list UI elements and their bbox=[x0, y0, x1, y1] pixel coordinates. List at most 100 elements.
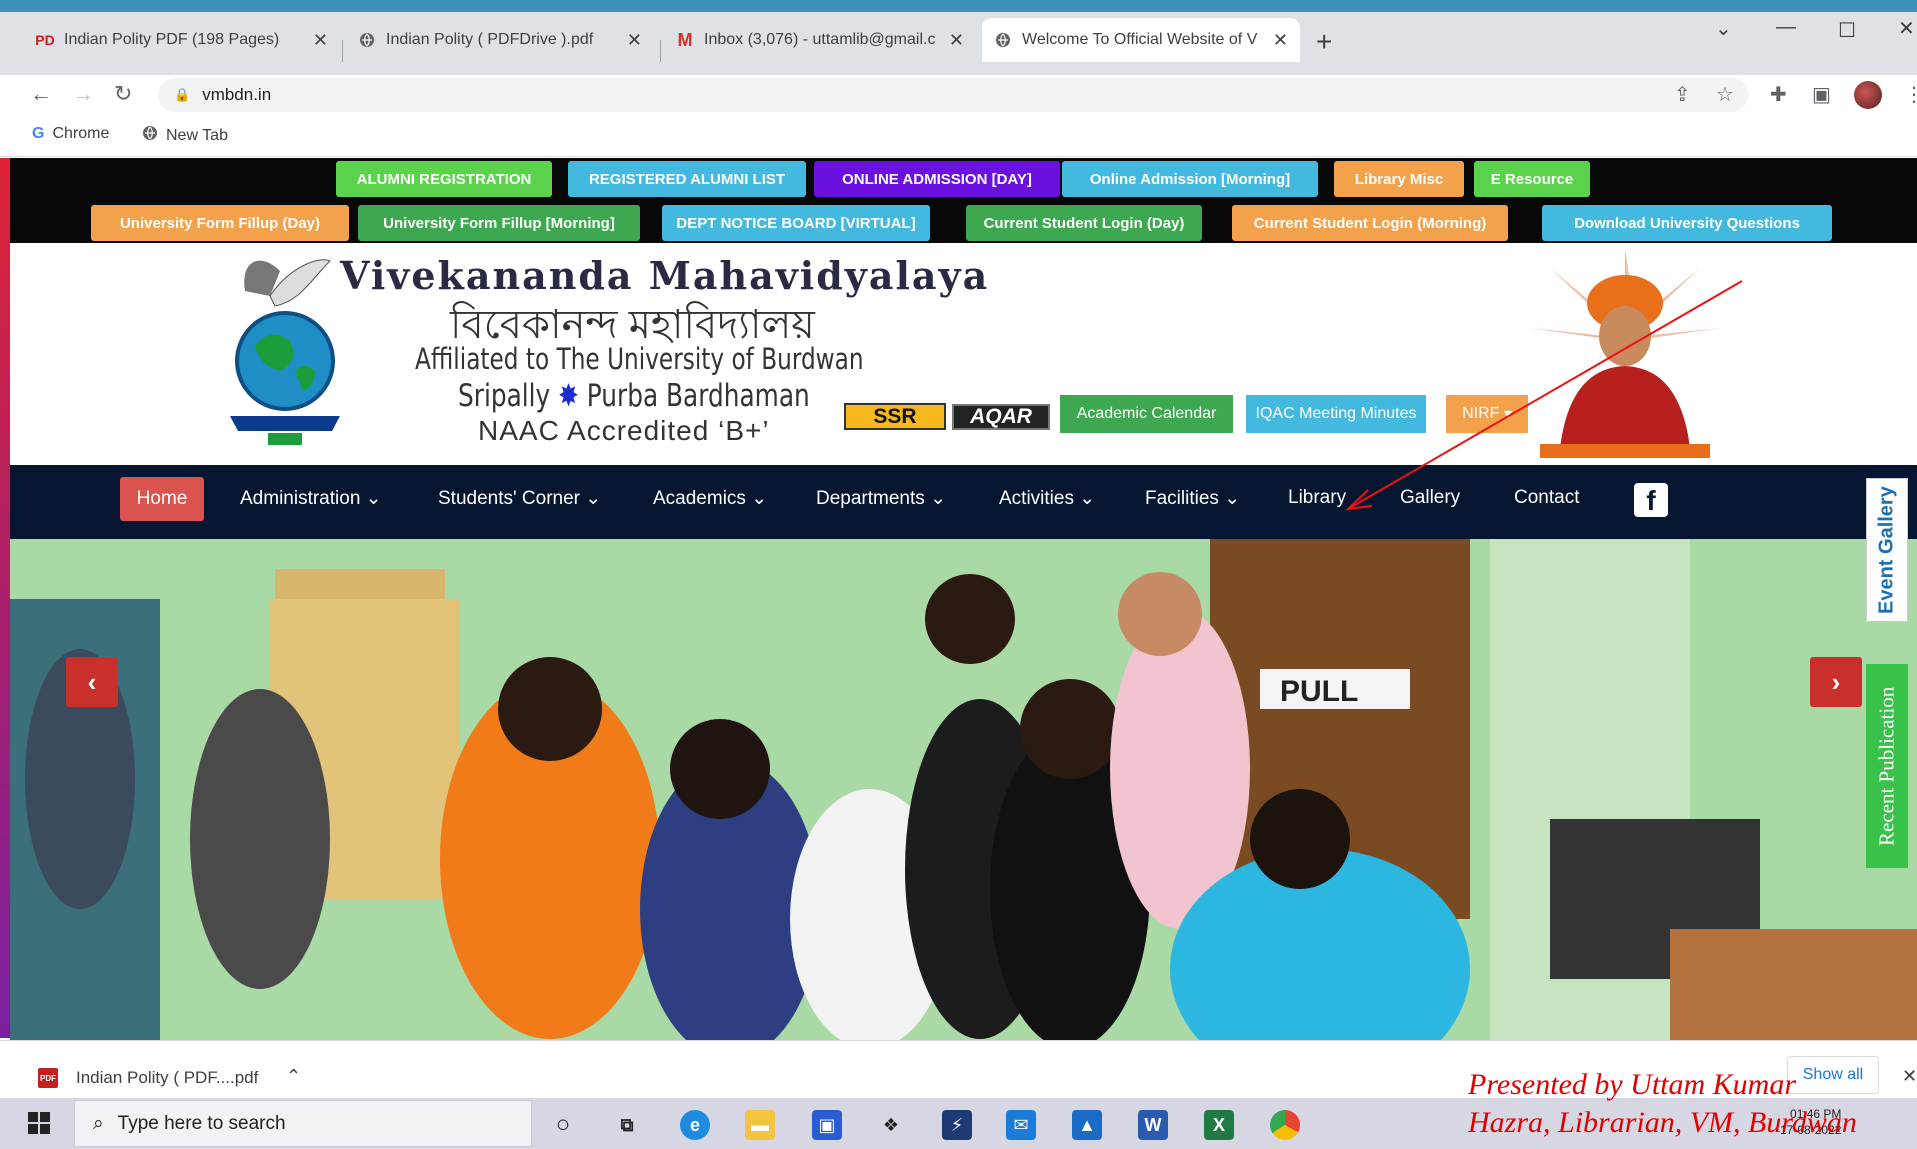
nav-academics[interactable]: Academics ⌄ bbox=[653, 487, 767, 510]
nav-label: Activities bbox=[999, 488, 1074, 509]
search-icon: ⌕ bbox=[93, 1112, 104, 1134]
university-form-day-button[interactable]: University Form Fillup (Day) bbox=[91, 205, 349, 241]
star-icon[interactable]: ☆ bbox=[1716, 82, 1734, 107]
back-icon[interactable]: ← bbox=[30, 81, 52, 107]
slider-photo: PULL bbox=[10, 539, 1917, 1040]
tab-title: Indian Polity PDF (198 Pages) bbox=[64, 31, 280, 48]
share-icon[interactable]: ⇪ bbox=[1674, 82, 1691, 107]
college-logo bbox=[230, 259, 340, 445]
event-gallery-tab[interactable]: Event Gallery bbox=[1866, 478, 1908, 622]
power-automate-icon[interactable]: ⚡ bbox=[942, 1110, 972, 1140]
browser-tab[interactable]: M Inbox (3,076) - uttamlib@gmail.c ✕ bbox=[664, 18, 976, 62]
taskbar-search-input[interactable]: ⌕ Type here to search bbox=[74, 1100, 532, 1147]
presenter-caption: Presented by Uttam Kumar Hazra, Libraria… bbox=[1468, 1066, 1857, 1142]
online-admission-day-button[interactable]: ONLINE ADMISSION [DAY] bbox=[814, 161, 1060, 197]
address-right: Purba Bardhaman bbox=[586, 378, 810, 414]
presenter-line-2: Hazra, Librarian, VM, Burdwan bbox=[1468, 1106, 1857, 1139]
e-resource-button[interactable]: E Resource bbox=[1474, 161, 1590, 197]
download-questions-button[interactable]: Download University Questions bbox=[1542, 205, 1832, 241]
photos-icon[interactable]: ▲ bbox=[1072, 1110, 1102, 1140]
excel-icon[interactable]: X bbox=[1204, 1110, 1234, 1140]
library-misc-button[interactable]: Library Misc bbox=[1334, 161, 1464, 197]
nav-label: Administration bbox=[240, 488, 361, 509]
academic-calendar-button[interactable]: Academic Calendar bbox=[1060, 395, 1233, 433]
bookmark-label: Chrome bbox=[52, 125, 110, 142]
ssr-badge[interactable]: SSR bbox=[844, 403, 946, 430]
chrome-icon[interactable] bbox=[1270, 1110, 1300, 1140]
edge-icon[interactable]: e bbox=[680, 1110, 710, 1140]
close-icon[interactable]: ✕ bbox=[949, 30, 964, 51]
alumni-registration-button[interactable]: ALUMNI REGISTRATION bbox=[336, 161, 552, 197]
slider-pull-sign: PULL bbox=[1280, 675, 1358, 708]
nav-departments[interactable]: Departments ⌄ bbox=[816, 487, 946, 510]
windows-start-icon[interactable] bbox=[28, 1112, 50, 1134]
side-panel-icon[interactable]: ▣ bbox=[1812, 82, 1831, 107]
tab-search-icon[interactable]: ⌄ bbox=[1715, 16, 1732, 41]
tab-title: Welcome To Official Website of V bbox=[1022, 31, 1258, 48]
store-icon[interactable]: ▣ bbox=[812, 1110, 842, 1140]
browser-tab[interactable]: PD Indian Polity PDF (198 Pages) ✕ bbox=[24, 18, 340, 62]
address-left: Sripally bbox=[458, 378, 551, 414]
slider-prev-button[interactable]: ‹ bbox=[66, 657, 118, 707]
slider-next-button[interactable]: › bbox=[1810, 657, 1862, 707]
registered-alumni-button[interactable]: REGISTERED ALUMNI LIST bbox=[568, 161, 806, 197]
download-item[interactable]: Indian Polity ( PDF....pdf bbox=[76, 1068, 258, 1088]
tab-separator bbox=[660, 40, 661, 62]
close-icon[interactable]: ✕ bbox=[1273, 30, 1288, 51]
chevron-up-icon[interactable]: ⌃ bbox=[286, 1066, 301, 1087]
address-bar[interactable]: 🔒 vmbdn.in bbox=[158, 78, 1748, 112]
close-icon[interactable]: ✕ bbox=[313, 30, 328, 51]
dept-notice-board-button[interactable]: DEPT NOTICE BOARD [VIRTUAL] bbox=[662, 205, 930, 241]
window-top-strip bbox=[0, 0, 1917, 12]
menu-icon[interactable]: ⋮ bbox=[1904, 82, 1917, 107]
mail-icon[interactable]: ✉ bbox=[1006, 1110, 1036, 1140]
cortana-icon[interactable]: ○ bbox=[548, 1110, 578, 1140]
nav-library[interactable]: Library bbox=[1288, 487, 1346, 509]
window-close-icon[interactable]: ✕ bbox=[1898, 16, 1915, 41]
bookmarks-bar bbox=[0, 115, 1917, 157]
bookmark-new-tab[interactable]: New Tab bbox=[142, 125, 228, 146]
tab-separator bbox=[342, 40, 343, 62]
reload-icon[interactable]: ↻ bbox=[114, 81, 132, 107]
address: Sripally ✸ Purba Bardhaman bbox=[458, 378, 810, 414]
chevron-down-icon: ⌄ bbox=[751, 488, 768, 509]
browser-tab-active[interactable]: Welcome To Official Website of V ✕ bbox=[982, 18, 1300, 62]
word-icon[interactable]: W bbox=[1138, 1110, 1168, 1140]
bookmark-chrome[interactable]: G Chrome bbox=[32, 125, 109, 143]
forward-icon[interactable]: → bbox=[72, 81, 94, 107]
download-bar-close-icon[interactable]: ✕ bbox=[1902, 1066, 1917, 1087]
tab-title: Inbox (3,076) - uttamlib@gmail.c bbox=[704, 31, 936, 48]
close-icon[interactable]: ✕ bbox=[627, 30, 642, 51]
minimize-icon[interactable]: — bbox=[1776, 16, 1796, 39]
image-slider: PULL ‹ › bbox=[10, 539, 1917, 1040]
nav-students-corner[interactable]: Students' Corner ⌄ bbox=[438, 487, 601, 510]
extensions-icon[interactable]: ✚ bbox=[1770, 82, 1787, 107]
browser-tab[interactable]: Indian Polity ( PDFDrive ).pdf ✕ bbox=[346, 18, 654, 62]
maximize-icon[interactable]: ☐ bbox=[1838, 18, 1856, 43]
gmail-icon: M bbox=[677, 29, 693, 50]
star-icon: ✸ bbox=[558, 378, 579, 414]
university-form-morning-button[interactable]: University Form Fillup [Morning] bbox=[358, 205, 640, 241]
naac-accreditation: NAAC Accredited ‘B+’ bbox=[478, 415, 770, 446]
nav-administration[interactable]: Administration ⌄ bbox=[240, 487, 382, 510]
chevron-down-icon: ⌄ bbox=[365, 488, 382, 509]
quick-links-bar: ALUMNI REGISTRATION REGISTERED ALUMNI LI… bbox=[10, 158, 1917, 243]
nav-label: Students' Corner bbox=[438, 488, 580, 509]
dropbox-icon[interactable]: ❖ bbox=[876, 1110, 906, 1140]
new-tab-icon[interactable]: + bbox=[1316, 28, 1332, 56]
current-student-login-morning-button[interactable]: Current Student Login (Morning) bbox=[1232, 205, 1508, 241]
file-explorer-icon[interactable]: ▬ bbox=[745, 1110, 775, 1140]
globe-icon bbox=[358, 31, 376, 49]
nav-home[interactable]: Home bbox=[120, 477, 204, 521]
current-student-login-day-button[interactable]: Current Student Login (Day) bbox=[966, 205, 1202, 241]
nav-facilities[interactable]: Facilities ⌄ bbox=[1145, 487, 1240, 510]
avatar[interactable] bbox=[1854, 81, 1882, 109]
annotation-arrow bbox=[1345, 280, 1743, 511]
online-admission-morning-button[interactable]: Online Admission [Morning] bbox=[1062, 161, 1318, 197]
affiliation: Affiliated to The University of Burdwan bbox=[415, 342, 864, 376]
task-view-icon[interactable]: ⧉ bbox=[612, 1110, 642, 1140]
aqar-badge[interactable]: AQAR bbox=[952, 404, 1050, 430]
recent-publication-tab[interactable]: Recent Publication bbox=[1866, 664, 1908, 868]
nav-activities[interactable]: Activities ⌄ bbox=[999, 487, 1095, 510]
tab-title: Indian Polity ( PDFDrive ).pdf bbox=[386, 31, 594, 48]
